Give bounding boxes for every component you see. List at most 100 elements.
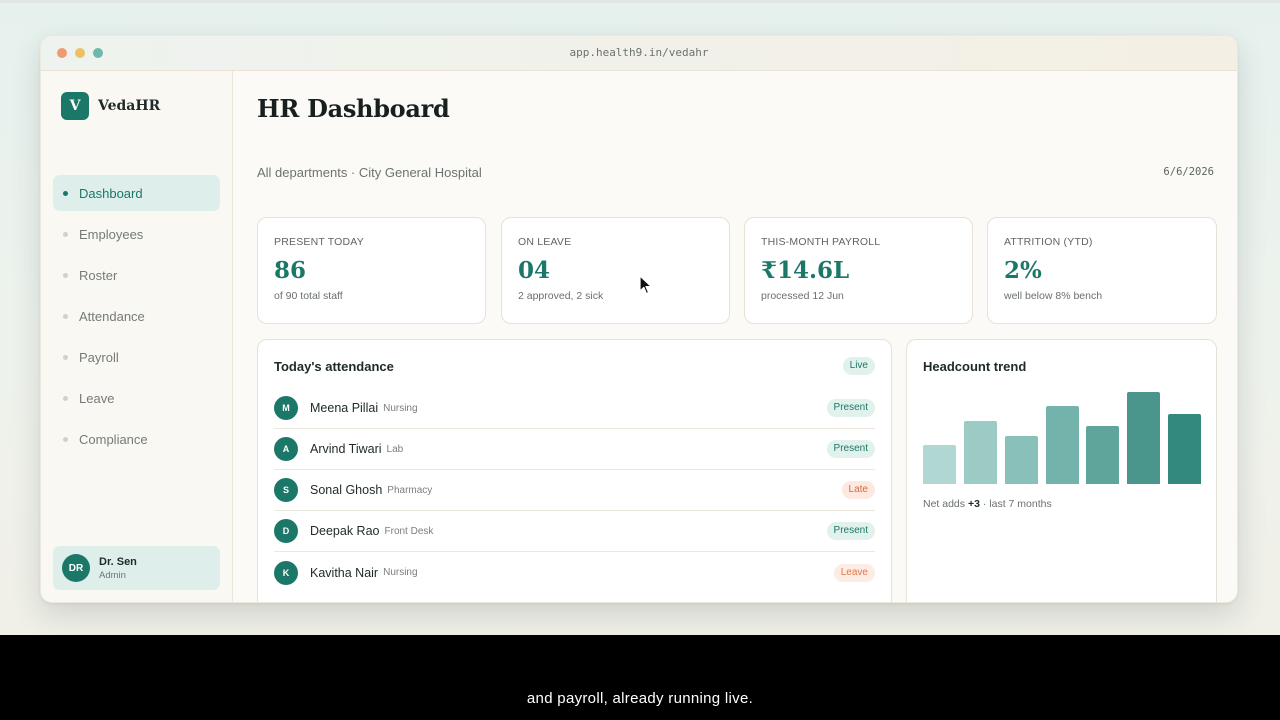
list-item[interactable]: D Deepak Rao Front Desk Present — [274, 511, 875, 552]
employee-dept: Nursing — [383, 402, 418, 414]
stat-value: ₹14.6L — [761, 257, 850, 284]
list-item[interactable]: M Meena Pillai Nursing Present — [274, 388, 875, 429]
stat-card-payroll[interactable]: THIS-MONTH PAYROLL ₹14.6L processed 12 J… — [744, 217, 973, 324]
page-date: 6/6/2026 — [1163, 166, 1214, 178]
arrow-cursor-icon — [639, 275, 652, 295]
headcount-chart — [923, 392, 1201, 484]
sidebar-item-label: Employees — [79, 226, 144, 242]
sidebar-item-attendance[interactable]: Attendance — [53, 298, 220, 334]
stat-label: ATTRITION (YTD) — [1004, 236, 1093, 248]
status-badge: Late — [841, 481, 875, 499]
address-bar[interactable]: app.health9.in/vedahr — [41, 46, 1237, 59]
stat-value: 86 — [274, 257, 307, 284]
employee-name: Kavitha Nair — [310, 565, 379, 580]
trend-note-suffix: · last 7 months — [982, 498, 1052, 510]
employee-name: Sonal Ghosh — [310, 483, 383, 497]
bullet-icon — [63, 436, 68, 442]
stat-label: ON LEAVE — [518, 236, 572, 248]
employee-name: Meena Pillai — [310, 401, 379, 415]
sidebar-item-payroll[interactable]: Payroll — [53, 339, 220, 375]
list-item[interactable]: A Arvind Tiwari Lab Present — [274, 429, 875, 470]
user-role: Admin — [99, 569, 126, 581]
caption-text: and payroll, already running live. — [526, 690, 754, 707]
user-profile[interactable]: DR Dr. Sen Admin — [53, 546, 220, 590]
title-bar: app.health9.in/vedahr — [41, 36, 1237, 71]
list-item[interactable]: S Sonal Ghosh Pharmacy Late — [274, 470, 875, 511]
headcount-title: Headcount trend — [923, 359, 1027, 374]
sidebar-item-label: Roster — [79, 267, 118, 283]
avatar: K — [274, 560, 298, 585]
attendance-card: Today's attendance Live M Meena Pillai N… — [257, 339, 892, 602]
bullet-icon — [63, 190, 68, 196]
stat-card-attrition[interactable]: ATTRITION (YTD) 2% well below 8% bench — [987, 217, 1217, 324]
avatar: S — [274, 478, 298, 502]
headcount-card: Headcount trend Net adds +3 · last 7 mon… — [906, 339, 1217, 602]
sidebar-item-employees[interactable]: Employees — [53, 216, 220, 252]
employee-name: Arvind Tiwari — [310, 442, 382, 456]
bullet-icon — [63, 354, 68, 360]
brand-name: VedaHR — [98, 98, 161, 114]
sidebar-item-label: Attendance — [79, 308, 145, 324]
list-item[interactable]: K Kavitha Nair Nursing Leave — [274, 552, 875, 593]
stat-value: 2% — [1004, 257, 1042, 284]
bullet-icon — [63, 395, 68, 401]
sidebar: V VedaHR Dashboard Employees Roster Atte… — [41, 71, 233, 602]
chart-bar — [963, 421, 997, 484]
stat-note: processed 12 Jun — [761, 290, 844, 302]
brand-logo: V — [61, 92, 89, 120]
brand[interactable]: V VedaHR — [61, 92, 160, 120]
trend-note: Net adds +3 · last 7 months — [923, 498, 1052, 510]
live-badge: Live — [842, 357, 875, 375]
sidebar-item-dashboard[interactable]: Dashboard — [53, 175, 220, 211]
employee-dept: Lab — [386, 443, 404, 455]
employee-dept: Pharmacy — [387, 484, 433, 496]
employee-name: Deepak Rao — [310, 524, 380, 538]
chart-bar — [1127, 392, 1161, 484]
chart-bar — [923, 445, 956, 484]
trend-note-value: +3 — [967, 498, 980, 510]
chart-bar — [1004, 436, 1038, 484]
page-subtitle: All departments · City General Hospital — [257, 165, 482, 180]
stat-card-on-leave[interactable]: ON LEAVE 04 2 approved, 2 sick — [501, 217, 730, 324]
status-badge: Present — [826, 522, 875, 540]
bullet-icon — [63, 231, 68, 237]
sidebar-item-leave[interactable]: Leave — [53, 380, 220, 416]
sidebar-nav: Dashboard Employees Roster Attendance Pa… — [53, 175, 220, 462]
trend-note-prefix: Net adds — [923, 498, 966, 510]
stat-value: 04 — [518, 257, 551, 284]
status-badge: Present — [826, 440, 875, 458]
stat-note: of 90 total staff — [274, 290, 343, 302]
avatar: M — [274, 396, 298, 420]
status-badge: Leave — [833, 563, 875, 582]
avatar: A — [274, 437, 298, 461]
sidebar-item-compliance[interactable]: Compliance — [53, 421, 220, 457]
stat-note: 2 approved, 2 sick — [518, 290, 604, 302]
chart-bar — [1086, 426, 1120, 484]
stat-label: THIS-MONTH PAYROLL — [761, 236, 881, 248]
stat-label: PRESENT TODAY — [274, 236, 364, 248]
bullet-icon — [63, 272, 68, 278]
sidebar-item-label: Compliance — [79, 431, 148, 447]
sidebar-item-roster[interactable]: Roster — [53, 257, 220, 293]
employee-dept: Front Desk — [384, 525, 434, 537]
attendance-list: M Meena Pillai Nursing Present A Arvind … — [274, 388, 875, 593]
sidebar-item-label: Payroll — [79, 349, 119, 365]
user-info: Dr. Sen Admin — [99, 556, 137, 581]
chart-bar — [1045, 406, 1079, 484]
avatar: D — [274, 519, 298, 543]
browser-window: app.health9.in/vedahr V VedaHR Dashboard… — [40, 35, 1238, 603]
attendance-title: Today's attendance — [274, 359, 394, 374]
sidebar-item-label: Dashboard — [79, 185, 143, 201]
employee-dept: Nursing — [383, 567, 418, 578]
page-title: HR Dashboard — [257, 94, 450, 123]
chart-bar — [1168, 414, 1201, 484]
caption-bar: and payroll, already running live. — [0, 635, 1280, 720]
main-content: HR Dashboard All departments · City Gene… — [233, 71, 1237, 602]
avatar: DR — [62, 554, 90, 582]
sidebar-item-label: Leave — [79, 390, 115, 406]
top-edge — [0, 0, 1280, 3]
stat-card-present[interactable]: PRESENT TODAY 86 of 90 total staff — [257, 217, 486, 324]
user-name: Dr. Sen — [99, 555, 137, 568]
status-badge: Present — [826, 399, 875, 417]
bullet-icon — [63, 313, 68, 319]
